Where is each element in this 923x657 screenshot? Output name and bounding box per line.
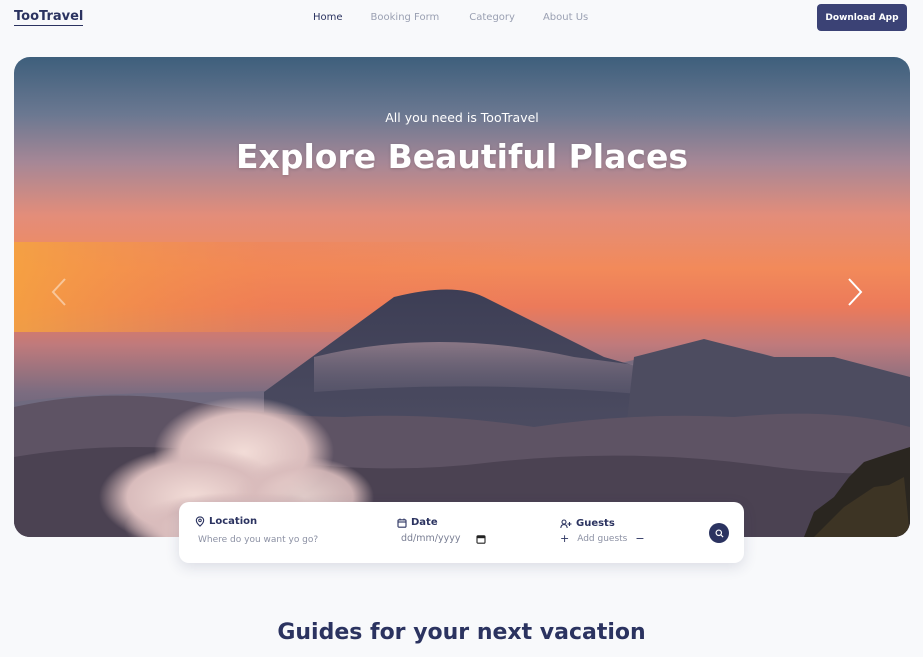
location-input[interactable] (198, 535, 368, 545)
hero-title: Explore Beautiful Places (236, 137, 688, 176)
calendar-icon (397, 518, 407, 528)
carousel-next-button[interactable] (847, 277, 871, 317)
hero-landscape (14, 242, 910, 537)
location-field: Location (195, 516, 368, 546)
carousel-prev-button[interactable] (51, 277, 75, 317)
section-heading: Guides for your next vacation (277, 620, 646, 645)
nav-about-us[interactable]: About Us (543, 12, 588, 23)
search-button[interactable] (709, 523, 729, 543)
guests-label: Guests (576, 518, 615, 529)
date-field: Date dd/mm/yyyy (397, 517, 487, 544)
guests-placeholder[interactable]: Add guests (577, 534, 627, 544)
add-user-icon (560, 518, 572, 528)
navbar: TooTravel Home Booking Form Category Abo… (0, 0, 923, 36)
chevron-right-icon (848, 278, 863, 306)
guests-decrement-button[interactable]: − (635, 533, 644, 544)
location-label: Location (209, 516, 258, 527)
nav-category[interactable]: Category (469, 12, 515, 23)
guests-field: Guests + Add guests − (560, 518, 645, 544)
download-app-button[interactable]: Download App (817, 4, 907, 31)
nav-booking-form[interactable]: Booking Form (371, 12, 440, 23)
date-input[interactable]: dd/mm/yyyy (401, 533, 487, 544)
date-placeholder: dd/mm/yyyy (401, 533, 461, 544)
date-label: Date (411, 517, 438, 528)
logo[interactable]: TooTravel (14, 9, 84, 26)
hero-banner: All you need is TooTravel Explore Beauti… (14, 57, 910, 537)
nav-links: Home Booking Form Category About Us (313, 12, 616, 23)
search-bar: Location Date dd/mm/yyyy (179, 502, 744, 563)
location-pin-icon (195, 516, 205, 527)
nav-home[interactable]: Home (313, 12, 343, 23)
search-icon (714, 528, 724, 538)
guests-increment-button[interactable]: + (560, 533, 569, 544)
chevron-left-icon (51, 278, 66, 306)
date-picker-icon[interactable] (476, 534, 487, 544)
hero-subtitle: All you need is TooTravel (385, 110, 539, 125)
